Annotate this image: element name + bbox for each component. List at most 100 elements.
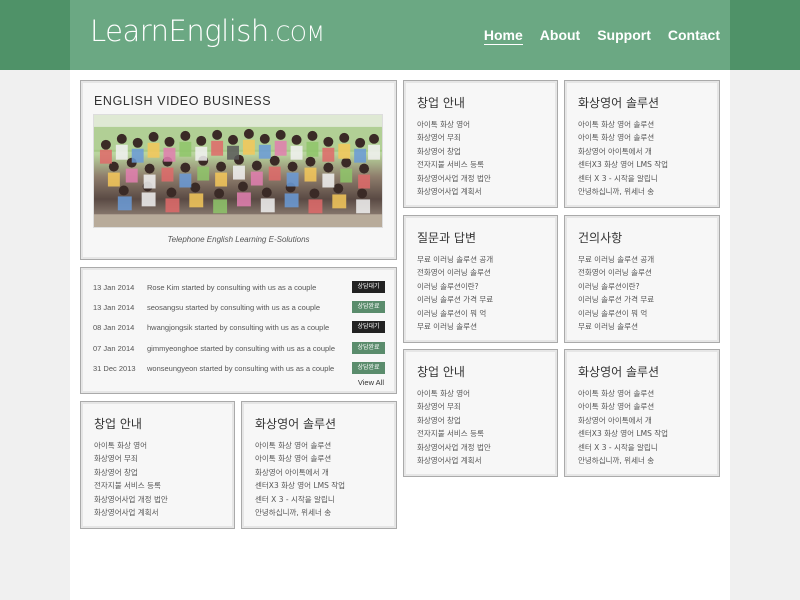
- activity-text: gimmyeonghoe started by consulting with …: [147, 344, 336, 353]
- box-title: 창업 안내: [417, 365, 465, 379]
- content-area: ENGLISH VIDEO BUSINESS Telephone English…: [70, 70, 730, 600]
- logo-tld: .COM: [268, 22, 325, 46]
- list-item[interactable]: 전자지불 서비스 등록: [417, 159, 484, 170]
- activity-row[interactable]: 13 Jan 2014 seosangsu started by consult…: [93, 301, 385, 315]
- list-item[interactable]: 안녕하십니까, 위세너 송: [255, 507, 331, 518]
- status-badge: 상담완료: [352, 342, 385, 354]
- list-item[interactable]: 아이톡 화상 영어: [417, 119, 470, 130]
- list-item[interactable]: 센터X3 화상 영어 LMS 작업: [255, 480, 345, 491]
- photo-caption: Telephone English Learning E-Solutions: [167, 235, 310, 244]
- list-item[interactable]: 센터X3 화상 영어 LMS 작업: [578, 428, 668, 439]
- box-title: 창업 안내: [94, 417, 142, 431]
- box-title: 질문과 답변: [417, 231, 477, 245]
- list-item[interactable]: 화상영어 창업: [417, 146, 461, 157]
- status-badge: 상담완료: [352, 301, 385, 313]
- solution-box-bottom: 화상영어 솔루션 아이톡 화상 영어 솔루션 아이톡 화상 영어 솔루션 화상영…: [241, 401, 397, 529]
- list-item[interactable]: 전자지불 서비스 등록: [417, 428, 484, 439]
- activity-date: 13 Jan 2014: [93, 283, 135, 292]
- activity-row[interactable]: 31 Dec 2013 wonseungyeon started by cons…: [93, 362, 385, 376]
- list-item[interactable]: 전화영어 이러닝 솔루션: [417, 267, 491, 278]
- list-item[interactable]: 아이톡 화상 영어 솔루션: [255, 440, 331, 451]
- activity-text: Rose Kim started by consulting with us a…: [147, 283, 317, 292]
- list-item[interactable]: 화상영어 창업: [94, 467, 138, 478]
- header-inner: LearnEnglish.COM Home About Support Cont…: [70, 0, 730, 70]
- feature-box: ENGLISH VIDEO BUSINESS Telephone English…: [80, 80, 397, 260]
- activity-row[interactable]: 07 Jan 2014 gimmyeonghoe started by cons…: [93, 342, 385, 356]
- list-item[interactable]: 화상영어 아이톡에서 개: [578, 415, 652, 426]
- list-item[interactable]: 화상영어 무죄: [417, 401, 461, 412]
- activity-text: seosangsu started by consulting with us …: [147, 303, 321, 312]
- list-item[interactable]: 화상영어 아이톡에서 개: [578, 146, 652, 157]
- list-item[interactable]: 화상영어 창업: [417, 415, 461, 426]
- activity-date: 31 Dec 2013: [93, 364, 136, 373]
- list-item[interactable]: 아이톡 화상 영어: [94, 440, 147, 451]
- list-item[interactable]: 전자지불 서비스 등록: [94, 480, 161, 491]
- view-all-link[interactable]: View All: [358, 378, 384, 387]
- nav-about[interactable]: About: [540, 27, 580, 45]
- box-title: 건의사항: [578, 231, 623, 245]
- solution-box-mid: 화상영어 솔루션 아이톡 화상 영어 솔루션 아이톡 화상 영어 솔루션 화상영…: [564, 349, 720, 477]
- site-logo[interactable]: LearnEnglish.COM: [90, 14, 325, 48]
- box-title: 화상영어 솔루션: [255, 417, 337, 431]
- list-item[interactable]: 이러닝 솔루션이 뭐 억: [417, 308, 486, 319]
- activity-text: hwangjongsik started by consulting with …: [147, 323, 330, 332]
- logo-main: LearnEnglish: [90, 14, 269, 48]
- header-bar: LearnEnglish.COM Home About Support Cont…: [0, 0, 800, 70]
- main-nav: Home About Support Contact: [467, 27, 720, 45]
- list-item[interactable]: 화상영어 무죄: [94, 453, 138, 464]
- list-item[interactable]: 화상영어 아이톡에서 개: [255, 467, 329, 478]
- list-item[interactable]: 아이톡 화상 영어 솔루션: [255, 453, 331, 464]
- list-item[interactable]: 아이톡 화상 영어: [417, 388, 470, 399]
- list-item[interactable]: 전화영어 이러닝 솔루션: [578, 267, 652, 278]
- nav-contact[interactable]: Contact: [668, 27, 720, 45]
- nav-support[interactable]: Support: [597, 27, 651, 45]
- list-item[interactable]: 무료 이러닝 솔루션 공개: [578, 254, 654, 265]
- status-badge: 상담대기: [352, 281, 385, 293]
- status-badge: 상담대기: [352, 321, 385, 333]
- list-item[interactable]: 화상영어사업 계획서: [417, 186, 481, 197]
- box-title: 창업 안내: [417, 96, 465, 110]
- list-item[interactable]: 무료 이러닝 솔루션 공개: [417, 254, 493, 265]
- list-item[interactable]: 이러닝 솔루션이란?: [578, 281, 640, 292]
- activity-date: 07 Jan 2014: [93, 344, 135, 353]
- list-item[interactable]: 이러닝 솔루션이 뭐 억: [578, 308, 647, 319]
- list-item[interactable]: 화상영어사업 개정 법안: [94, 494, 168, 505]
- list-item[interactable]: 아이톡 화상 영어 솔루션: [578, 119, 654, 130]
- solution-box-top: 화상영어 솔루션 아이톡 화상 영어 솔루션 아이톡 화상 영어 솔루션 화상영…: [564, 80, 720, 208]
- list-item[interactable]: 이러닝 솔루션 가격 무료: [417, 294, 493, 305]
- list-item[interactable]: 아이톡 화상 영어 솔루션: [578, 132, 654, 143]
- list-item[interactable]: 화상영어사업 개정 법안: [417, 442, 491, 453]
- nav-home[interactable]: Home: [483, 27, 523, 45]
- activity-row[interactable]: 13 Jan 2014 Rose Kim started by consulti…: [93, 281, 385, 295]
- status-badge: 상담완료: [352, 362, 385, 374]
- list-item[interactable]: 이러닝 솔루션이란?: [417, 281, 479, 292]
- qa-box: 질문과 답변 무료 이러닝 솔루션 공개 전화영어 이러닝 솔루션 이러닝 솔루…: [403, 215, 558, 343]
- list-item[interactable]: 안녕하십니까, 위세너 송: [578, 455, 654, 466]
- box-title: 화상영어 솔루션: [578, 96, 660, 110]
- activity-date: 13 Jan 2014: [93, 303, 135, 312]
- list-item[interactable]: 센터 X 3 - 시작을 알립니: [255, 494, 335, 505]
- activity-text: wonseungyeon started by consulting with …: [147, 364, 335, 373]
- list-item[interactable]: 무료 이러닝 솔루션: [417, 321, 477, 332]
- list-item[interactable]: 화상영어사업 계획서: [417, 455, 481, 466]
- list-item[interactable]: 아이톡 화상 영어 솔루션: [578, 401, 654, 412]
- feature-title: ENGLISH VIDEO BUSINESS: [94, 94, 272, 108]
- list-item[interactable]: 안녕하십니까, 위세너 송: [578, 186, 654, 197]
- activity-box: 13 Jan 2014 Rose Kim started by consulti…: [80, 267, 397, 394]
- list-item[interactable]: 화상영어사업 계획서: [94, 507, 158, 518]
- activity-date: 08 Jan 2014: [93, 323, 135, 332]
- list-item[interactable]: 화상영어사업 개정 법안: [417, 173, 491, 184]
- box-title: 화상영어 솔루션: [578, 365, 660, 379]
- list-item[interactable]: 화상영어 무죄: [417, 132, 461, 143]
- list-item[interactable]: 센터 X 3 - 시작을 알립니: [578, 442, 658, 453]
- list-item[interactable]: 이러닝 솔루션 가격 무료: [578, 294, 654, 305]
- activity-row[interactable]: 08 Jan 2014 hwangjongsik started by cons…: [93, 321, 385, 335]
- group-photo-art: [94, 115, 382, 227]
- list-item[interactable]: 센터 X 3 - 시작을 알립니: [578, 173, 658, 184]
- suggestion-box: 건의사항 무료 이러닝 솔루션 공개 전화영어 이러닝 솔루션 이러닝 솔루션이…: [564, 215, 720, 343]
- list-item[interactable]: 아이톡 화상 영어 솔루션: [578, 388, 654, 399]
- list-item[interactable]: 센터X3 화상 영어 LMS 작업: [578, 159, 668, 170]
- list-item[interactable]: 무료 이러닝 솔루션: [578, 321, 638, 332]
- startup-box-bottom: 창업 안내 아이톡 화상 영어 화상영어 무죄 화상영어 창업 전자지불 서비스…: [80, 401, 235, 529]
- startup-box-mid: 창업 안내 아이톡 화상 영어 화상영어 무죄 화상영어 창업 전자지불 서비스…: [403, 349, 558, 477]
